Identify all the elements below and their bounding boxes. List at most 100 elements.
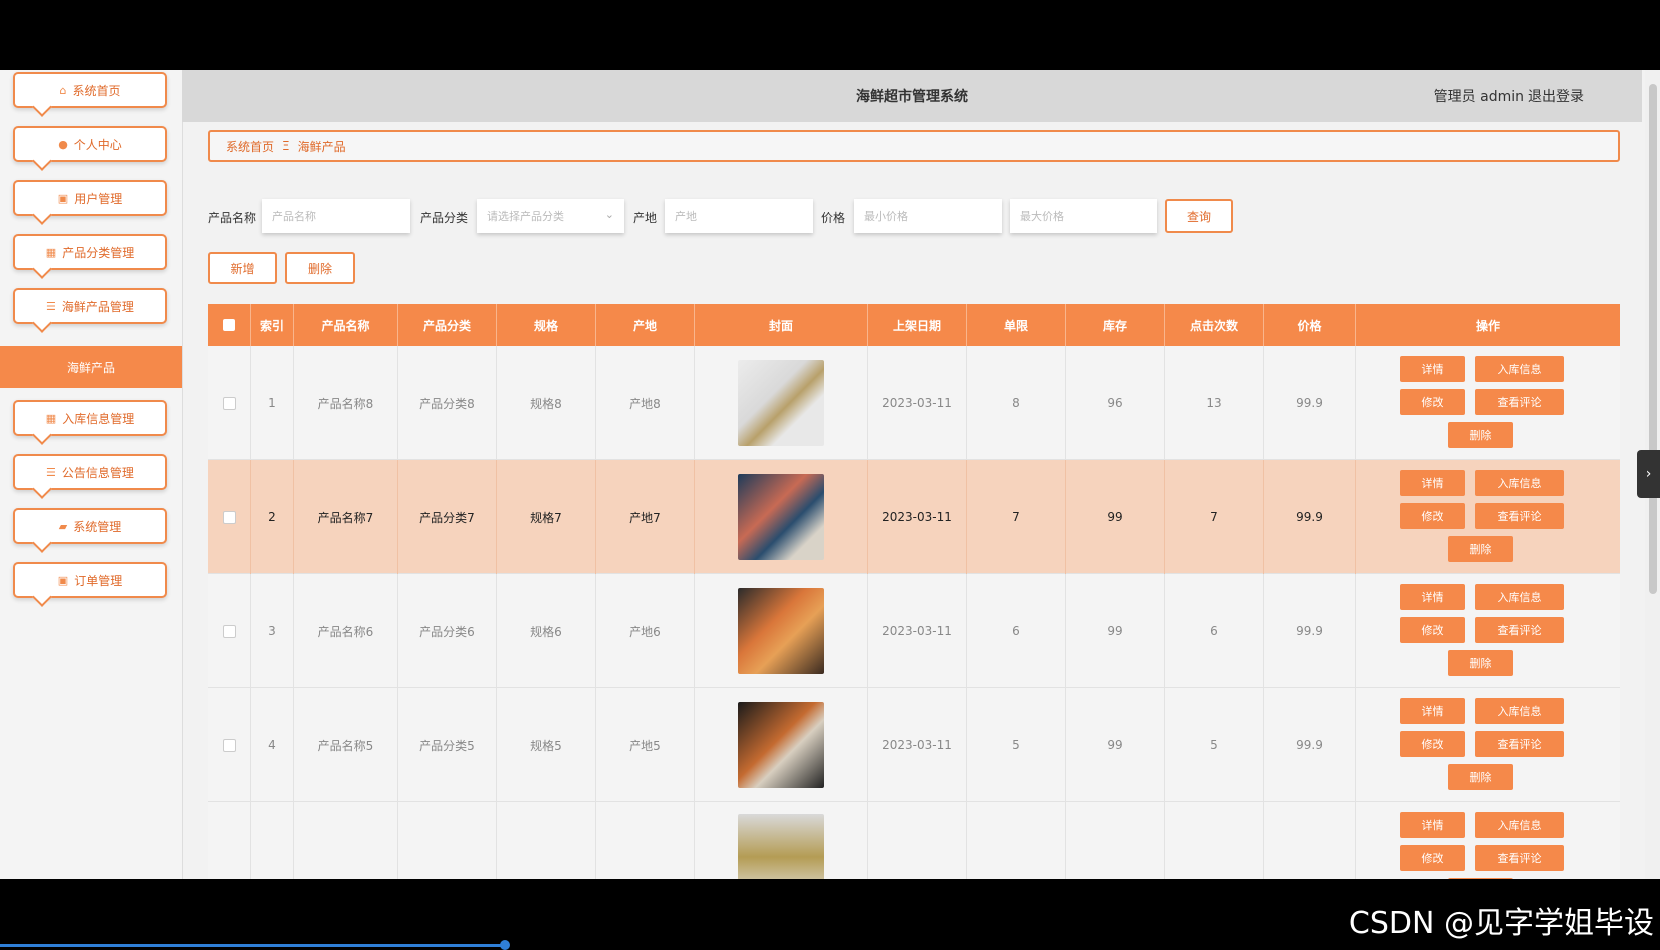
sidebar-item-label: 订单管理	[74, 573, 123, 588]
watermark: CSDN @见字学姐毕设	[1348, 906, 1654, 941]
row-delete-button[interactable]: 删除	[1448, 878, 1513, 879]
stock-in-button[interactable]: 入库信息	[1475, 584, 1564, 610]
category-select[interactable]: 请选择产品分类 ⌄	[477, 199, 624, 233]
scrollbar-thumb[interactable]	[1649, 84, 1657, 594]
origin-placeholder: 产地	[675, 210, 697, 223]
row-checkbox[interactable]	[222, 624, 236, 638]
query-button[interactable]: 查询	[1165, 199, 1233, 233]
row-checkbox[interactable]	[222, 738, 236, 752]
stock-in-button[interactable]: 入库信息	[1475, 698, 1564, 724]
view-comments-button[interactable]: 查看评论	[1475, 503, 1564, 529]
sidebar-item-seafood[interactable]: ☰ 海鲜产品管理	[13, 288, 167, 324]
cover-cell	[695, 688, 868, 802]
video-progress-handle[interactable]	[500, 940, 510, 950]
cell-index: 1	[251, 346, 294, 460]
video-progress-bar[interactable]	[0, 944, 507, 947]
row-delete-button[interactable]: 删除	[1448, 536, 1513, 562]
detail-button[interactable]: 详情	[1400, 356, 1465, 382]
product-cover-image	[738, 360, 824, 446]
home-icon: ⌂	[59, 83, 67, 97]
delete-button[interactable]: 删除	[285, 252, 355, 284]
detail-button[interactable]: 详情	[1400, 812, 1465, 838]
row-actions: 详情入库信息修改查看评论删除	[1356, 688, 1620, 802]
row-select-cell	[208, 460, 251, 574]
cell-stock: 96	[1066, 346, 1165, 460]
sidebar-item-orders[interactable]: ▣ 订单管理	[13, 562, 167, 598]
cell-category: 产品分类5	[398, 688, 497, 802]
select-all-checkbox[interactable]	[223, 319, 235, 331]
row-delete-button[interactable]: 删除	[1448, 422, 1513, 448]
max-price-input[interactable]: 最大价格	[1010, 199, 1157, 233]
sidebar-subitem-seafood-products[interactable]: 海鲜产品	[0, 346, 182, 388]
cell-index: 3	[251, 574, 294, 688]
view-comments-button[interactable]: 查看评论	[1475, 389, 1564, 415]
cell-price: 99.9	[1264, 460, 1356, 574]
view-comments-button[interactable]: 查看评论	[1475, 845, 1564, 871]
row-checkbox[interactable]	[222, 396, 236, 410]
cell-clicks	[1165, 802, 1264, 879]
stock-in-button[interactable]: 入库信息	[1475, 356, 1564, 382]
cell-name	[294, 802, 398, 879]
table-header: 索引 产品名称 产品分类 规格 产地 封面 上架日期 单限 库存 点击次数 价格…	[208, 304, 1620, 346]
detail-button[interactable]: 详情	[1400, 470, 1465, 496]
col-cover: 封面	[695, 304, 868, 346]
row-delete-button[interactable]: 删除	[1448, 650, 1513, 676]
detail-button[interactable]: 详情	[1400, 698, 1465, 724]
sidebar-item-stock-in[interactable]: ▦ 入库信息管理	[13, 400, 167, 436]
cell-origin: 产地7	[596, 460, 695, 574]
sidebar-item-users[interactable]: ▣ 用户管理	[13, 180, 167, 216]
sidebar-item-label: 公告信息管理	[61, 465, 134, 480]
edit-button[interactable]: 修改	[1400, 617, 1465, 643]
sidebar-item-notice[interactable]: ☰ 公告信息管理	[13, 454, 167, 490]
max-price-placeholder: 最大价格	[1020, 210, 1064, 223]
sidebar-item-category[interactable]: ▦ 产品分类管理	[13, 234, 167, 270]
edit-button[interactable]: 修改	[1400, 389, 1465, 415]
cell-name: 产品名称8	[294, 346, 398, 460]
breadcrumb-home[interactable]: 系统首页	[226, 138, 274, 155]
cell-index: 2	[251, 460, 294, 574]
edit-button[interactable]: 修改	[1400, 731, 1465, 757]
cell-price: 99.9	[1264, 346, 1356, 460]
row-delete-button[interactable]: 删除	[1448, 764, 1513, 790]
detail-button[interactable]: 详情	[1400, 584, 1465, 610]
origin-input[interactable]: 产地	[665, 199, 813, 233]
product-name-input[interactable]: 产品名称	[262, 199, 410, 233]
sidebar-item-label: 个人中心	[73, 137, 122, 152]
sidebar-item-profile[interactable]: ● 个人中心	[13, 126, 167, 162]
select-all-cell	[208, 304, 251, 346]
view-comments-button[interactable]: 查看评论	[1475, 731, 1564, 757]
edit-button[interactable]: 修改	[1400, 503, 1465, 529]
add-button[interactable]: 新增	[208, 252, 277, 284]
sidebar-item-home[interactable]: ⌂ 系统首页	[13, 72, 167, 108]
col-index: 索引	[251, 304, 294, 346]
cell-index: 4	[251, 688, 294, 802]
sliders-icon: ☰	[46, 299, 56, 313]
sidebar-item-label: 海鲜产品管理	[61, 299, 134, 314]
cell-origin: 产地5	[596, 688, 695, 802]
cell-date	[868, 802, 967, 879]
view-comments-button[interactable]: 查看评论	[1475, 617, 1564, 643]
product-cover-image	[738, 814, 824, 879]
col-date: 上架日期	[868, 304, 967, 346]
cell-stock	[1066, 802, 1165, 879]
sidebar-item-label: 系统首页	[72, 83, 121, 98]
delete-button-label: 删除	[307, 261, 332, 276]
cell-date: 2023-03-11	[868, 688, 967, 802]
logout-link[interactable]: 退出登录	[1528, 86, 1584, 106]
edit-button[interactable]: 修改	[1400, 845, 1465, 871]
stock-in-button[interactable]: 入库信息	[1475, 470, 1564, 496]
stock-in-button[interactable]: 入库信息	[1475, 812, 1564, 838]
row-checkbox[interactable]	[222, 510, 236, 524]
chevron-right-icon[interactable]: ›	[1637, 450, 1660, 498]
product-name-label: 产品名称	[208, 211, 257, 225]
sidebar-item-label: 系统管理	[73, 519, 122, 534]
row-actions: 详情入库信息修改查看评论删除	[1356, 574, 1620, 688]
cell-index	[251, 802, 294, 879]
row-actions: 详情入库信息修改查看评论删除	[1356, 802, 1620, 879]
sidebar-item-system[interactable]: ▰ 系统管理	[13, 508, 167, 544]
table-row: 4 产品名称5 产品分类5 规格5 产地5 2023-03-11 5 99 5 99.9 详情 入库信…	[208, 688, 1620, 802]
top-header: 海鲜超市管理系统 管理员 admin 退出登录	[182, 70, 1642, 122]
sidebar-item-label: 入库信息管理	[62, 411, 135, 426]
min-price-input[interactable]: 最小价格	[854, 199, 1002, 233]
cell-category: 产品分类7	[398, 460, 497, 574]
